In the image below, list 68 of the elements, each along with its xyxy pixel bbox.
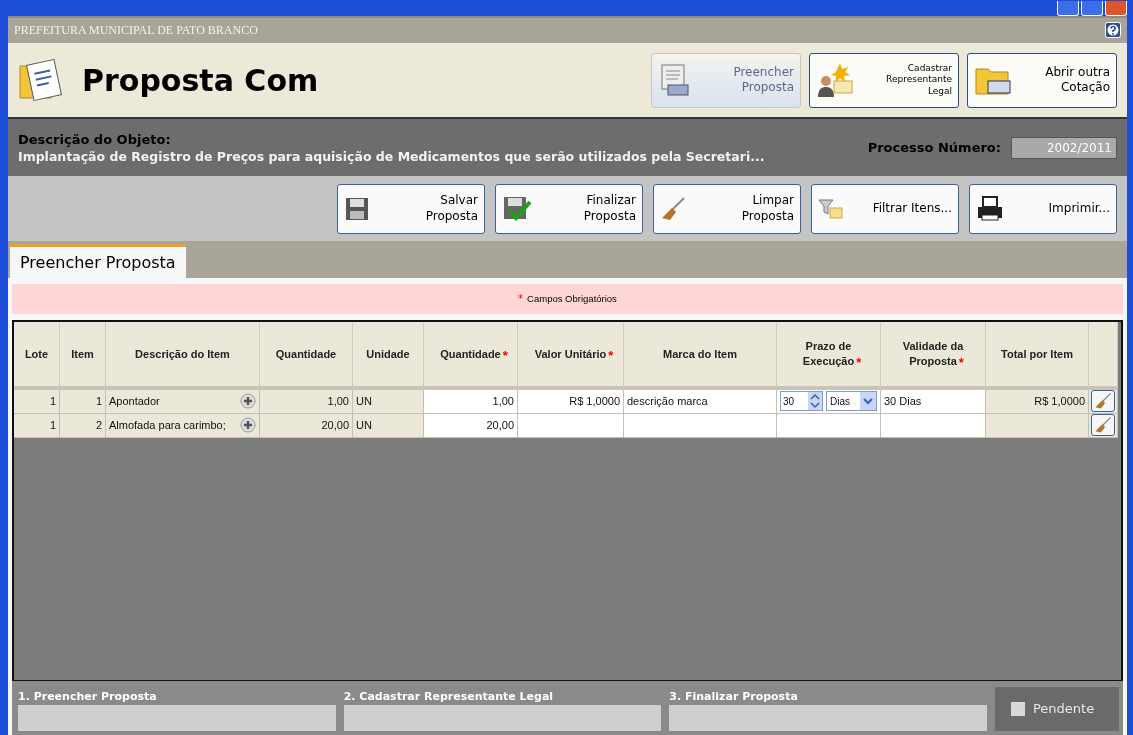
plus-icon[interactable] bbox=[240, 417, 256, 434]
document-icon bbox=[658, 63, 692, 98]
column-header: Unidade bbox=[353, 322, 424, 390]
input-field[interactable]: 20,00 bbox=[424, 414, 518, 438]
required-mark: * bbox=[958, 354, 964, 372]
column-header: Descrição do Item bbox=[106, 322, 260, 390]
maximize-button[interactable] bbox=[1081, 0, 1103, 16]
object-label: Descrição do Objeto: bbox=[18, 131, 172, 147]
floppy-check-icon bbox=[502, 194, 532, 223]
step-label: 1. Preencher Proposta bbox=[18, 690, 158, 703]
table-cell: UN bbox=[353, 414, 424, 438]
step-label: 3. Finalizar Proposta bbox=[669, 690, 799, 703]
toolbar-button[interactable]: Finalizar Proposta bbox=[495, 183, 643, 234]
table-cell: 2 bbox=[60, 414, 106, 438]
object-description: Implantação de Registro de Preços para aquisição de Medicamentos que serão utilizados pela Secretari... bbox=[18, 148, 766, 164]
toolbar-button[interactable]: Filtrar Itens... bbox=[811, 183, 959, 234]
broom-icon bbox=[1094, 392, 1112, 411]
input-field[interactable]: 30 Dias bbox=[881, 390, 986, 414]
table-cell: UN bbox=[353, 390, 424, 414]
table-cell: 1 bbox=[60, 390, 106, 414]
required-mark: * bbox=[608, 346, 614, 365]
table-cell: 1 bbox=[14, 414, 60, 438]
process-label: Processo Número: bbox=[867, 140, 1001, 156]
filter-icon bbox=[818, 197, 844, 220]
person-icon bbox=[816, 61, 854, 100]
required-mark: * bbox=[518, 293, 524, 305]
column-header: Item bbox=[60, 322, 106, 390]
legend-label: Pendente bbox=[1033, 701, 1095, 717]
required-mark: * bbox=[502, 346, 508, 365]
input-field[interactable]: 1,00 bbox=[424, 390, 518, 414]
toolbar-button[interactable]: Salvar Proposta bbox=[337, 183, 485, 234]
tab[interactable]: Preencher Proposta bbox=[10, 244, 186, 278]
input-field[interactable] bbox=[881, 414, 986, 438]
page-title: Proposta Com bbox=[82, 62, 320, 98]
unit-dropdown[interactable]: Dias bbox=[826, 391, 877, 412]
action-button[interactable]: Abrir outra Cotação bbox=[967, 52, 1117, 108]
input-field[interactable]: descrição marca bbox=[624, 390, 777, 414]
toolbar-button[interactable]: Limpar Proposta bbox=[653, 183, 801, 234]
close-button[interactable] bbox=[1105, 0, 1127, 16]
help-icon[interactable] bbox=[1105, 22, 1121, 39]
number-spinner[interactable]: 30 bbox=[780, 391, 824, 412]
item-description: Almofada para carimbo; bbox=[109, 419, 226, 432]
caret-icon bbox=[860, 392, 876, 411]
minimize-button[interactable] bbox=[1057, 0, 1079, 16]
table-cell: R$ 1,0000 bbox=[986, 390, 1089, 414]
item-description: Apontador bbox=[109, 395, 160, 408]
column-header: Quantidade bbox=[260, 322, 353, 390]
column-header: Marca do Item bbox=[624, 322, 777, 390]
toolbar-button[interactable]: Imprimir... bbox=[969, 183, 1117, 234]
spin-arrows-icon[interactable] bbox=[808, 392, 823, 411]
broom-icon bbox=[660, 195, 686, 222]
input-field[interactable] bbox=[518, 414, 624, 438]
column-header: Total por Item bbox=[986, 322, 1089, 390]
table-cell: 20,00 bbox=[260, 414, 353, 438]
required-mark: * bbox=[856, 354, 862, 372]
broom-icon bbox=[1094, 416, 1112, 435]
table-cell: 1 bbox=[14, 390, 60, 414]
step-label: 2. Cadastrar Representante Legal bbox=[343, 690, 555, 703]
column-header: Lote bbox=[14, 322, 60, 390]
action-button[interactable]: Cadastrar Representante Legal bbox=[809, 52, 959, 108]
plus-icon[interactable] bbox=[240, 393, 256, 410]
required-note: Campos Obrigatórios bbox=[527, 293, 617, 305]
input-field[interactable]: R$ 1,0000 bbox=[518, 390, 624, 414]
organization-name: PREFEITURA MUNICIPAL DE PATO BRANCO bbox=[14, 22, 258, 38]
table-cell: 1,00 bbox=[260, 390, 353, 414]
printer-icon bbox=[976, 195, 1004, 222]
action-button[interactable]: Preencher Proposta bbox=[651, 52, 801, 108]
input-field[interactable] bbox=[624, 414, 777, 438]
